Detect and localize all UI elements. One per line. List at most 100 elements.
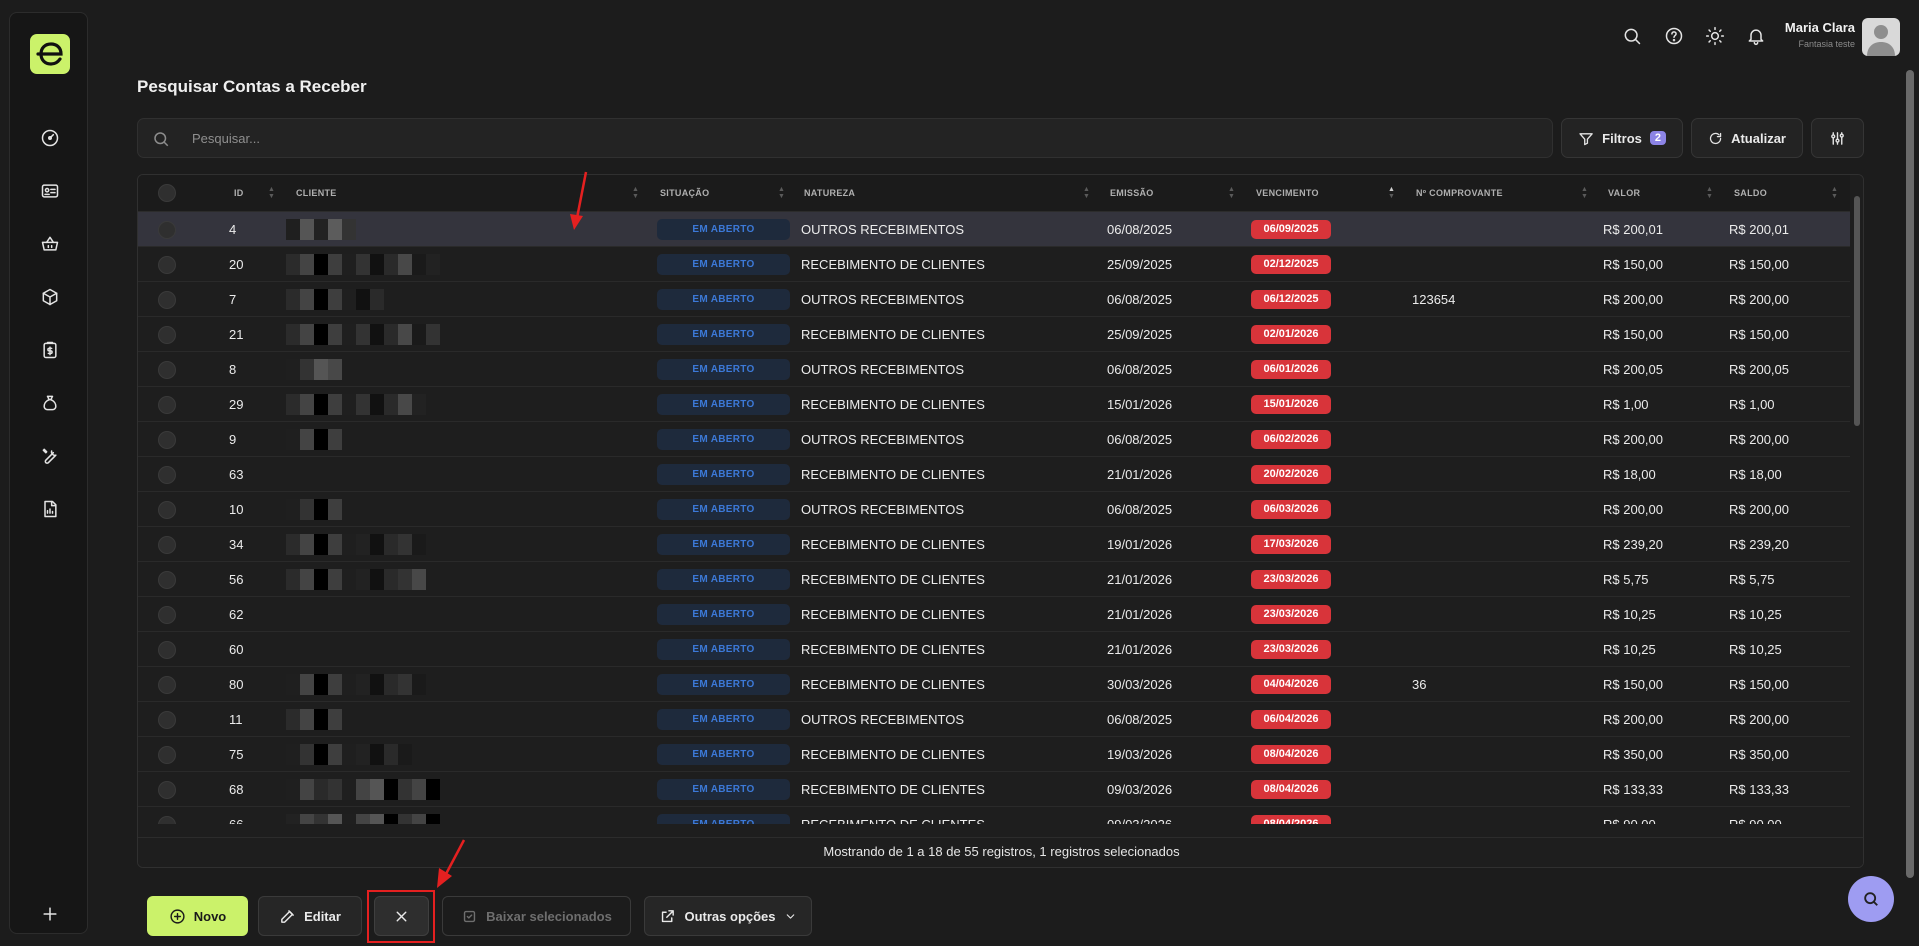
row-checkbox[interactable] (158, 501, 176, 519)
reports-icon[interactable] (38, 497, 62, 521)
filter-icon (1579, 132, 1593, 145)
other-options-button[interactable]: Outras opções (644, 896, 812, 936)
cell-emissao: 09/03/2026 (1107, 817, 1172, 824)
cell-id: 7 (229, 292, 237, 307)
package-icon[interactable] (38, 285, 62, 309)
cell-emissao: 06/08/2025 (1107, 222, 1173, 237)
row-checkbox[interactable] (158, 536, 176, 554)
table-row[interactable]: 7 EM ABERTO OUTROS RECEBIMENTOS 06/08/2025 0… (138, 282, 1850, 317)
table-row[interactable]: 9 EM ABERTO OUTROS RECEBIMENTOS 06/08/2025 0… (138, 422, 1850, 457)
redacted-client-name (286, 219, 356, 240)
cell-valor: R$ 18,00 (1603, 467, 1656, 482)
row-checkbox[interactable] (158, 606, 176, 624)
search-icon[interactable] (1622, 26, 1642, 46)
theme-sun-icon[interactable] (1705, 26, 1725, 46)
basket-icon[interactable] (38, 232, 62, 256)
contacts-icon[interactable] (38, 179, 62, 203)
notifications-bell-icon[interactable] (1746, 26, 1766, 46)
row-checkbox[interactable] (158, 291, 176, 309)
row-checkbox[interactable] (158, 396, 176, 414)
row-checkbox[interactable] (158, 571, 176, 589)
floating-search-button[interactable] (1848, 876, 1894, 922)
table-row[interactable]: 68 EM ABERTO RECEBIMENTO DE CLIENTES 09/03/… (138, 772, 1850, 807)
app-logo[interactable] (30, 34, 70, 74)
other-options-label: Outras opções (684, 908, 776, 924)
table-row[interactable]: 10 EM ABERTO OUTROS RECEBIMENTOS 06/08/2025… (138, 492, 1850, 527)
table-row[interactable]: 80 EM ABERTO RECEBIMENTO DE CLIENTES 30/03/… (138, 667, 1850, 702)
cell-emissao: 19/01/2026 (1107, 537, 1173, 552)
table-scrollbar[interactable] (1851, 175, 1863, 867)
cell-emissao: 19/03/2026 (1107, 747, 1173, 762)
table-row[interactable]: 21 EM ABERTO RECEBIMENTO DE CLIENTES 25/09/… (138, 317, 1850, 352)
money-bag-icon[interactable] (38, 391, 62, 415)
new-button[interactable]: Novo (147, 896, 248, 936)
table-row[interactable]: 75 EM ABERTO RECEBIMENTO DE CLIENTES 19/03/… (138, 737, 1850, 772)
filters-count-badge: 2 (1649, 131, 1666, 145)
table-row[interactable]: 66 EM ABERTO RECEBIMENTO DE CLIENTES 09/03/… (138, 807, 1850, 824)
status-badge: EM ABERTO (657, 499, 790, 520)
page-scrollbar[interactable] (1906, 70, 1914, 878)
add-icon[interactable] (38, 902, 62, 926)
cell-emissao: 06/08/2025 (1107, 502, 1173, 517)
cell-saldo: R$ 200,00 (1729, 292, 1789, 307)
finance-clipboard-icon[interactable] (38, 338, 62, 362)
tools-icon[interactable] (38, 444, 62, 468)
status-badge: EM ABERTO (657, 254, 790, 275)
user-company: Fantasia teste (1798, 39, 1855, 49)
row-checkbox[interactable] (158, 256, 176, 274)
external-link-icon (662, 909, 675, 922)
table-row[interactable]: 29 EM ABERTO RECEBIMENTO DE CLIENTES 15/01/… (138, 387, 1850, 422)
row-checkbox[interactable] (158, 326, 176, 344)
search-input[interactable] (192, 119, 1532, 157)
avatar[interactable] (1862, 18, 1900, 56)
row-checkbox[interactable] (158, 431, 176, 449)
refresh-button[interactable]: Atualizar (1691, 118, 1803, 158)
cell-valor: R$ 150,00 (1603, 677, 1663, 692)
table-row[interactable]: 4 EM ABERTO OUTROS RECEBIMENTOS 06/08/2025 0… (138, 212, 1850, 247)
table-row[interactable]: 62 EM ABERTO RECEBIMENTO DE CLIENTES 21/01/… (138, 597, 1850, 632)
cell-saldo: R$ 200,00 (1729, 432, 1789, 447)
table-row[interactable]: 8 EM ABERTO OUTROS RECEBIMENTOS 06/08/2025 0… (138, 352, 1850, 387)
cell-valor: R$ 200,01 (1603, 222, 1663, 237)
redacted-client-name (286, 779, 440, 800)
cell-valor: R$ 200,00 (1603, 432, 1663, 447)
download-selected-label: Baixar selecionados (486, 908, 612, 924)
status-badge: EM ABERTO (657, 394, 790, 415)
cell-natureza: OUTROS RECEBIMENTOS (801, 362, 965, 377)
redacted-client-name (286, 499, 342, 520)
table-row[interactable]: 63 EM ABERTO RECEBIMENTO DE CLIENTES 21/01/… (138, 457, 1850, 492)
cell-id: 11 (229, 712, 243, 727)
filters-button[interactable]: Filtros 2 (1561, 118, 1683, 158)
table-row[interactable]: 60 EM ABERTO RECEBIMENTO DE CLIENTES 21/01/… (138, 632, 1850, 667)
download-selected-button[interactable]: Baixar selecionados (442, 896, 631, 936)
table-row[interactable]: 34 EM ABERTO RECEBIMENTO DE CLIENTES 19/01/… (138, 527, 1850, 562)
highlight-box (367, 890, 435, 943)
cell-natureza: RECEBIMENTO DE CLIENTES (801, 327, 985, 342)
cell-valor: R$ 200,00 (1603, 502, 1663, 517)
dashboard-icon[interactable] (38, 126, 62, 150)
table-footer-status: Mostrando de 1 a 18 de 55 registros, 1 r… (138, 837, 1863, 867)
row-checkbox[interactable] (158, 781, 176, 799)
cell-valor: R$ 10,25 (1603, 642, 1656, 657)
cell-saldo: R$ 5,75 (1729, 572, 1775, 587)
table-row[interactable]: 20 EM ABERTO RECEBIMENTO DE CLIENTES 25/09/… (138, 247, 1850, 282)
due-date-badge: 20/02/2026 (1251, 465, 1331, 484)
row-checkbox[interactable] (158, 641, 176, 659)
cell-valor: R$ 239,20 (1603, 537, 1663, 552)
row-checkbox[interactable] (158, 361, 176, 379)
row-checkbox[interactable] (158, 221, 176, 239)
row-checkbox[interactable] (158, 816, 176, 824)
column-settings-button[interactable] (1811, 118, 1864, 158)
cell-saldo: R$ 90,00 (1729, 817, 1782, 824)
cell-emissao: 06/08/2025 (1107, 432, 1173, 447)
row-checkbox[interactable] (158, 711, 176, 729)
sliders-icon (1831, 131, 1844, 145)
row-checkbox[interactable] (158, 676, 176, 694)
table-row[interactable]: 11 EM ABERTO OUTROS RECEBIMENTOS 06/08/2025… (138, 702, 1850, 737)
cell-id: 56 (229, 572, 244, 587)
row-checkbox[interactable] (158, 746, 176, 764)
row-checkbox[interactable] (158, 466, 176, 484)
help-icon[interactable] (1664, 26, 1684, 46)
table-row[interactable]: 56 EM ABERTO RECEBIMENTO DE CLIENTES 21/01/… (138, 562, 1850, 597)
edit-button[interactable]: Editar (258, 896, 362, 936)
